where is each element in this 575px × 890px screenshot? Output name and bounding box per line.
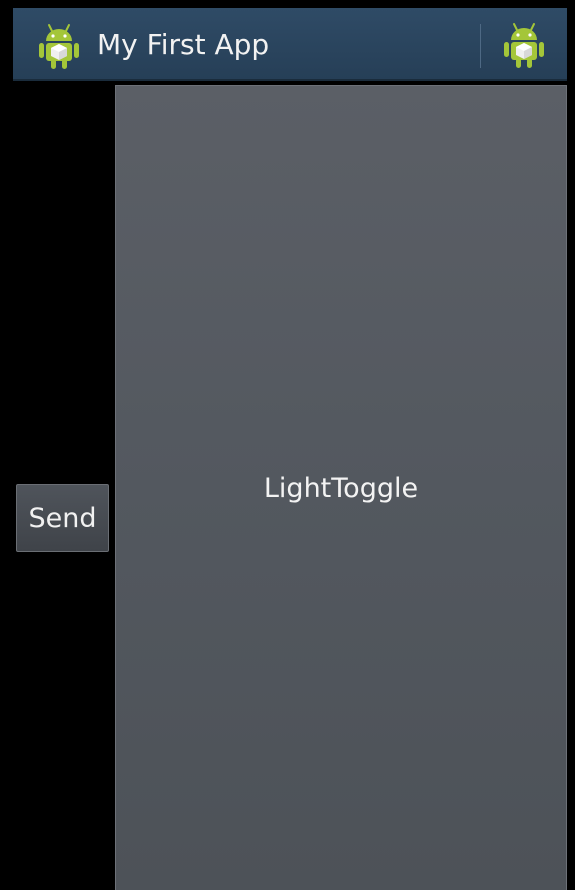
action-bar: My First App <box>13 8 567 81</box>
action-bar-divider <box>480 24 481 68</box>
app-screen: My First App Send LightToggle <box>0 0 575 890</box>
send-button[interactable]: Send <box>16 484 109 552</box>
app-title: My First App <box>97 28 270 61</box>
android-robot-icon <box>502 21 546 69</box>
light-toggle-button[interactable]: LightToggle <box>115 85 567 890</box>
android-robot-icon[interactable] <box>37 22 81 70</box>
action-bar-button[interactable] <box>491 12 557 78</box>
